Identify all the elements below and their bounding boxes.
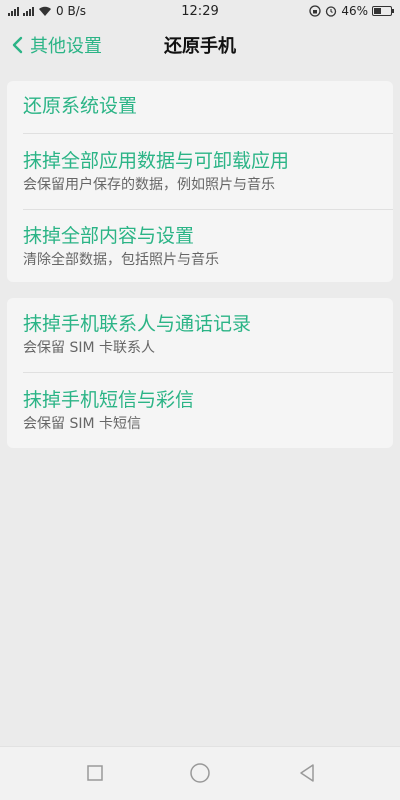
top-bar: 其他设置 还原手机 xyxy=(0,22,400,68)
item-subtitle: 会保留用户保存的数据，例如照片与音乐 xyxy=(23,177,275,193)
signal-icon xyxy=(8,6,19,16)
home-button[interactable] xyxy=(188,761,212,785)
screen: 0 B/s 12:29 46% 其他设置 还原手机 还原系统设置 抹掉全部应用数… xyxy=(0,0,400,800)
page-title: 还原手机 xyxy=(164,36,236,57)
erase-all-content-item[interactable]: 抹掉全部内容与设置 清除全部数据，包括照片与音乐 xyxy=(23,224,377,269)
battery-percent: 46% xyxy=(341,4,368,18)
back-icon xyxy=(300,764,314,782)
reset-options-group: 还原系统设置 抹掉全部应用数据与可卸载应用 会保留用户保存的数据，例如照片与音乐… xyxy=(7,81,393,282)
item-title: 抹掉全部内容与设置 xyxy=(23,225,195,247)
network-speed: 0 B/s xyxy=(56,4,86,18)
lock-rotation-icon xyxy=(309,5,321,17)
erase-sms-mms-item[interactable]: 抹掉手机短信与彩信 会保留 SIM 卡短信 xyxy=(23,388,377,433)
reset-system-settings-item[interactable]: 还原系统设置 xyxy=(23,94,377,118)
item-subtitle: 清除全部数据，包括照片与音乐 xyxy=(23,252,219,268)
status-left: 0 B/s xyxy=(8,4,86,18)
nav-back-button[interactable] xyxy=(295,761,319,785)
item-title: 抹掉手机短信与彩信 xyxy=(23,389,195,411)
item-title: 还原系统设置 xyxy=(23,95,138,117)
alarm-icon xyxy=(326,6,337,17)
divider xyxy=(23,372,393,373)
item-title: 抹掉手机联系人与通话记录 xyxy=(23,313,252,335)
divider xyxy=(23,209,393,210)
item-subtitle: 会保留 SIM 卡短信 xyxy=(23,416,141,432)
erase-phone-data-group: 抹掉手机联系人与通话记录 会保留 SIM 卡联系人 抹掉手机短信与彩信 会保留 … xyxy=(7,298,393,448)
wifi-icon xyxy=(39,6,51,16)
item-subtitle: 会保留 SIM 卡联系人 xyxy=(23,340,155,356)
recent-apps-icon xyxy=(87,765,103,781)
status-bar: 0 B/s 12:29 46% xyxy=(0,0,400,22)
erase-contacts-calllog-item[interactable]: 抹掉手机联系人与通话记录 会保留 SIM 卡联系人 xyxy=(23,312,377,357)
battery-icon xyxy=(372,6,394,16)
signal-icon-2 xyxy=(23,6,34,16)
item-title: 抹掉全部应用数据与可卸载应用 xyxy=(23,150,290,172)
navigation-bar xyxy=(0,746,400,800)
home-icon xyxy=(190,763,210,783)
recent-apps-button[interactable] xyxy=(83,761,107,785)
divider xyxy=(23,133,393,134)
erase-app-data-item[interactable]: 抹掉全部应用数据与可卸载应用 会保留用户保存的数据，例如照片与音乐 xyxy=(23,149,377,194)
status-right: 46% xyxy=(309,4,394,18)
